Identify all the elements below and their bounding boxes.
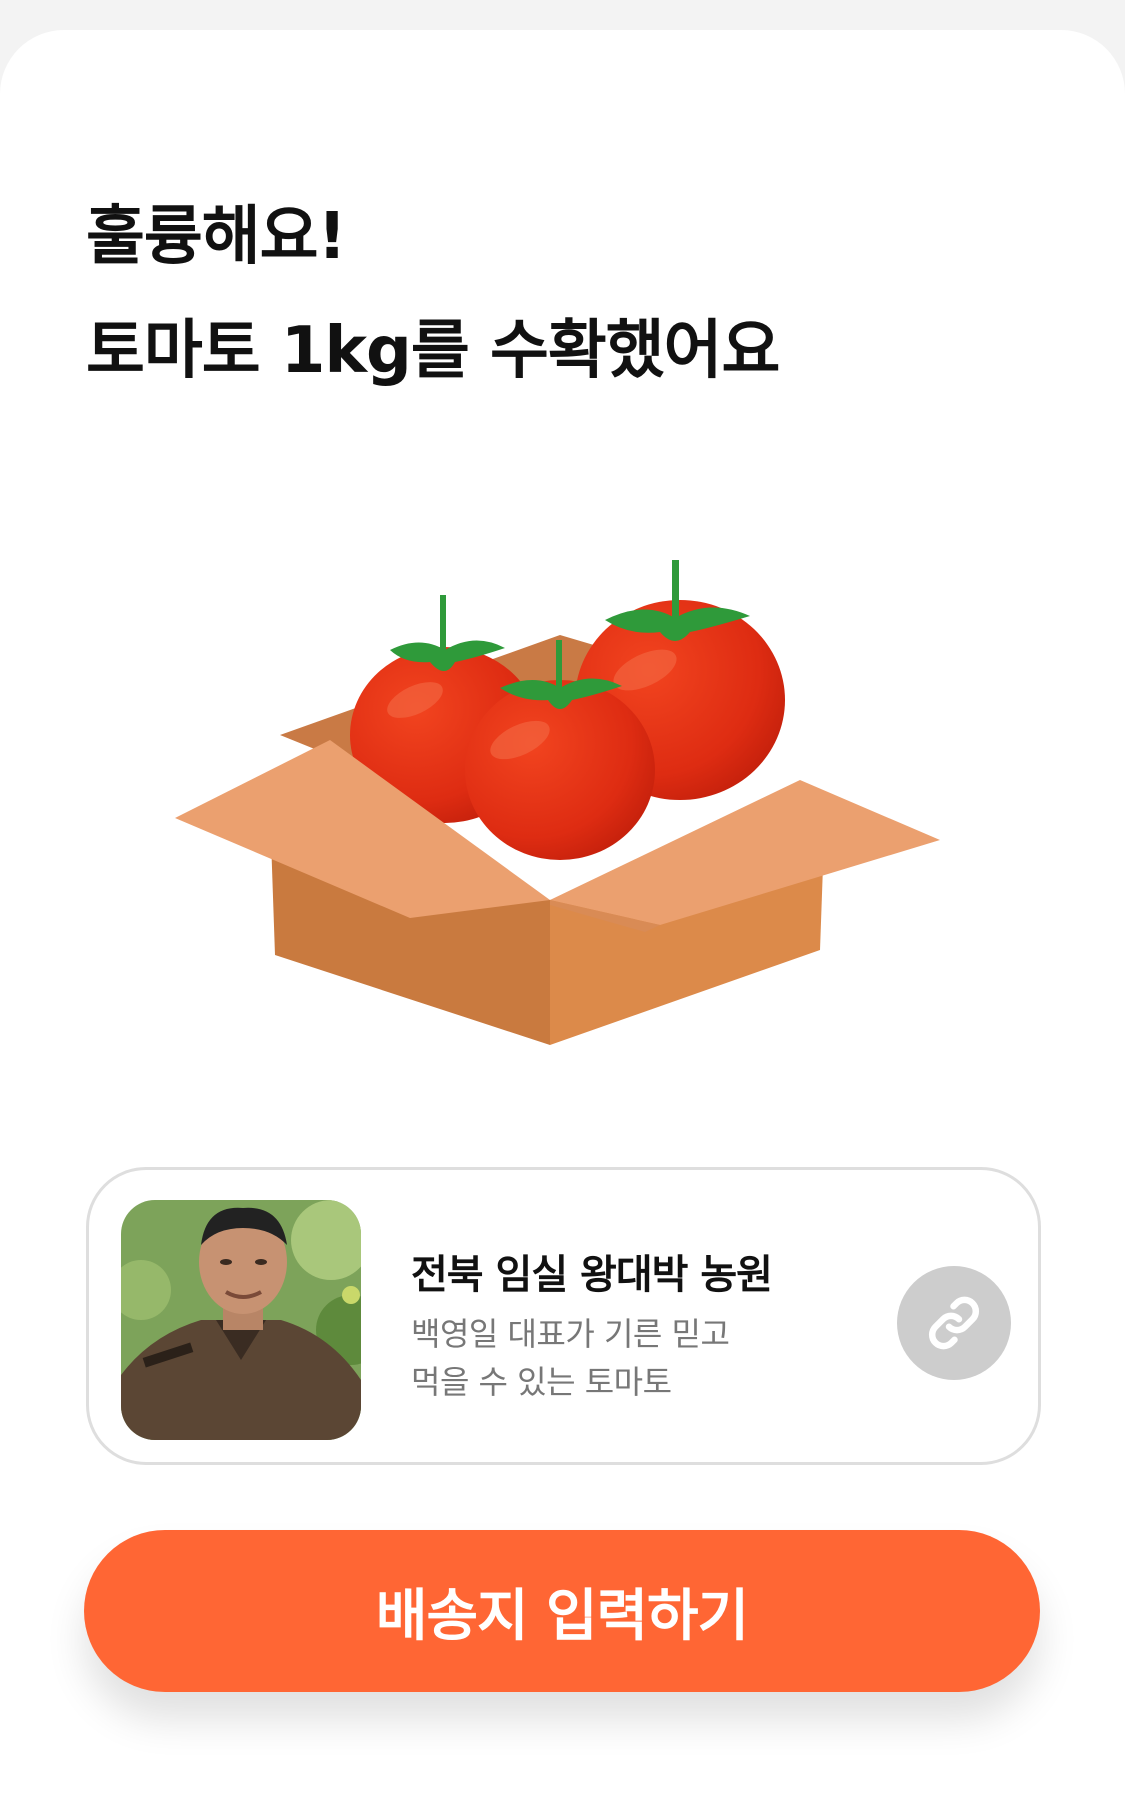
title-line-1: 훌륭해요! <box>86 200 347 274</box>
farm-desc-line-2: 먹을 수 있는 토마토 <box>411 1363 672 1401</box>
title-line-2: 토마토 1kg를 수확했어요 <box>86 314 780 388</box>
page-title: 훌륭해요! 토마토 1kg를 수확했어요 <box>86 180 780 408</box>
link-icon <box>928 1296 980 1350</box>
farm-description: 백영일 대표가 기른 믿고 먹을 수 있는 토마토 <box>411 1310 730 1406</box>
farmer-photo <box>121 1200 361 1440</box>
result-sheet: 훌륭해요! 토마토 1kg를 수확했어요 전북 임실 왕대박 농원 백영일 대표… <box>0 30 1125 1815</box>
farm-card[interactable]: 전북 임실 왕대박 농원 백영일 대표가 기른 믿고 먹을 수 있는 토마토 <box>86 1167 1041 1465</box>
link-button[interactable] <box>897 1266 1011 1380</box>
tomato-box-illustration <box>160 540 960 1060</box>
enter-address-button[interactable]: 배송지 입력하기 <box>84 1530 1040 1692</box>
farm-desc-line-1: 백영일 대표가 기른 믿고 <box>411 1315 730 1353</box>
farm-name: 전북 임실 왕대박 농원 <box>411 1252 773 1298</box>
